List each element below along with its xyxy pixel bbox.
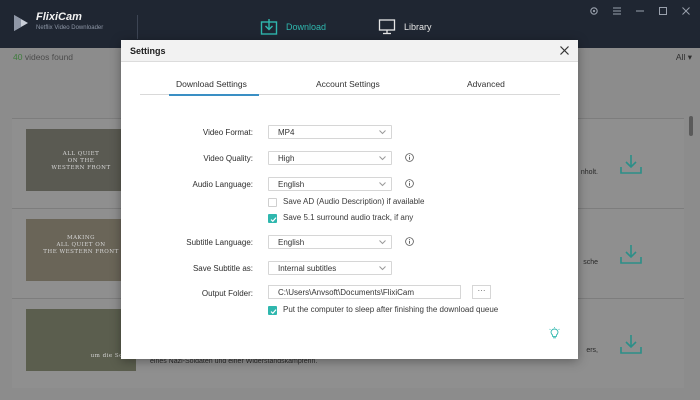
- video-thumbnail: ALL QUIET ON THE WESTERN FRONT: [26, 129, 136, 191]
- menu-icon[interactable]: [611, 5, 623, 17]
- filter-value: All: [675, 52, 686, 62]
- video-thumbnail: um die Schw: [26, 309, 136, 371]
- scrollbar-thumb[interactable]: [689, 116, 693, 136]
- maximize-icon[interactable]: [657, 5, 669, 17]
- audio-language-select[interactable]: English: [268, 177, 392, 191]
- browse-button[interactable]: ···: [472, 285, 491, 299]
- videos-found: 40 videos found: [13, 52, 73, 62]
- download-icon[interactable]: [619, 243, 643, 265]
- thumb-title-2: ALL QUIET ON: [56, 242, 106, 248]
- tab-download-settings[interactable]: Download Settings: [176, 79, 247, 89]
- settings-tabs: Download Settings Account Settings Advan…: [140, 77, 560, 95]
- video-thumbnail: MAKING ALL QUIET ON THE WESTERN FRONT: [26, 219, 136, 281]
- checkmark-icon: [270, 216, 276, 222]
- videos-found-label: videos found: [22, 52, 74, 62]
- dialog-title: Settings: [130, 46, 166, 56]
- app-subtitle: Netflix Video Downloader: [36, 25, 104, 31]
- thumb-title-1: um die Schw: [90, 353, 132, 359]
- checkmark-icon: [270, 308, 276, 314]
- video-description: ers,: [586, 347, 598, 354]
- save-ad-checkbox[interactable]: [268, 198, 277, 207]
- app-name: FlixiCam: [36, 11, 82, 23]
- info-icon[interactable]: [405, 237, 414, 246]
- tab-advanced[interactable]: Advanced: [467, 79, 505, 89]
- nav-library[interactable]: Library: [378, 16, 432, 38]
- thumb-title-3: WESTERN FRONT: [51, 165, 111, 171]
- sleep-checkbox[interactable]: [268, 306, 277, 315]
- info-icon[interactable]: [405, 153, 414, 162]
- thumb-title-1: ALL QUIET: [62, 151, 100, 157]
- info-icon[interactable]: [405, 179, 414, 188]
- filter-dropdown[interactable]: All ▾: [676, 52, 692, 63]
- close-icon[interactable]: [680, 5, 692, 17]
- bulb-icon[interactable]: [549, 327, 560, 339]
- titlebar-divider: [137, 15, 138, 39]
- chevron-down-icon: [379, 156, 386, 161]
- save-ad-label: Save AD (Audio Description) if available: [283, 197, 425, 206]
- output-folder-field[interactable]: C:\Users\Anvsoft\Documents\FlixiCam: [268, 285, 461, 299]
- video-description-line: eines Nazi-Soldaten und einer Widerstand…: [150, 358, 318, 365]
- dialog-header: Settings: [121, 40, 578, 62]
- library-nav-icon: [378, 19, 396, 35]
- window-controls: [588, 5, 692, 17]
- logo-icon: [14, 15, 28, 31]
- video-format-select[interactable]: MP4: [268, 125, 392, 139]
- subtitle-language-label: Subtitle Language:: [186, 238, 253, 247]
- sleep-label: Put the computer to sleep after finishin…: [283, 305, 499, 314]
- minimize-icon[interactable]: [634, 5, 646, 17]
- chevron-down-icon: [379, 266, 386, 271]
- settings-icon[interactable]: [588, 5, 600, 17]
- video-description: sche: [583, 259, 598, 266]
- save-subtitle-label: Save Subtitle as:: [192, 264, 253, 273]
- tab-account-settings[interactable]: Account Settings: [316, 79, 380, 89]
- video-quality-value: High: [278, 154, 295, 163]
- video-quality-select[interactable]: High: [268, 151, 392, 165]
- thumb-title-3: THE WESTERN FRONT: [43, 249, 119, 255]
- download-nav-icon: [260, 19, 278, 35]
- video-quality-label: Video Quality:: [203, 154, 253, 163]
- close-icon[interactable]: [559, 45, 570, 56]
- save-subtitle-value: Internal subtitles: [278, 264, 337, 273]
- subtitle-language-value: English: [278, 238, 305, 247]
- thumb-title-2: ON THE: [67, 158, 95, 164]
- save-51-checkbox[interactable]: [268, 214, 277, 223]
- output-folder-label: Output Folder:: [201, 289, 253, 298]
- chevron-down-icon: [379, 182, 386, 187]
- active-tab-indicator: [169, 94, 259, 96]
- settings-dialog: Settings Download Settings Account Setti…: [121, 40, 578, 359]
- thumb-title-1: MAKING: [66, 235, 96, 241]
- video-format-label: Video Format:: [202, 128, 253, 137]
- video-format-value: MP4: [278, 128, 295, 137]
- save-51-label: Save 5.1 surround audio track, if any: [283, 213, 414, 222]
- nav-download-label: Download: [286, 22, 327, 32]
- output-folder-value: C:\Users\Anvsoft\Documents\FlixiCam: [278, 288, 415, 297]
- download-icon[interactable]: [619, 153, 643, 175]
- chevron-down-icon: [379, 130, 386, 135]
- chevron-down-icon: [379, 240, 386, 245]
- video-description: nholt.: [580, 169, 598, 176]
- audio-language-label: Audio Language:: [192, 180, 254, 189]
- nav-download[interactable]: Download: [260, 16, 326, 38]
- save-subtitle-select[interactable]: Internal subtitles: [268, 261, 392, 275]
- nav-library-label: Library: [404, 22, 432, 32]
- audio-language-value: English: [278, 180, 305, 189]
- download-icon[interactable]: [619, 333, 643, 355]
- subtitle-language-select[interactable]: English: [268, 235, 392, 249]
